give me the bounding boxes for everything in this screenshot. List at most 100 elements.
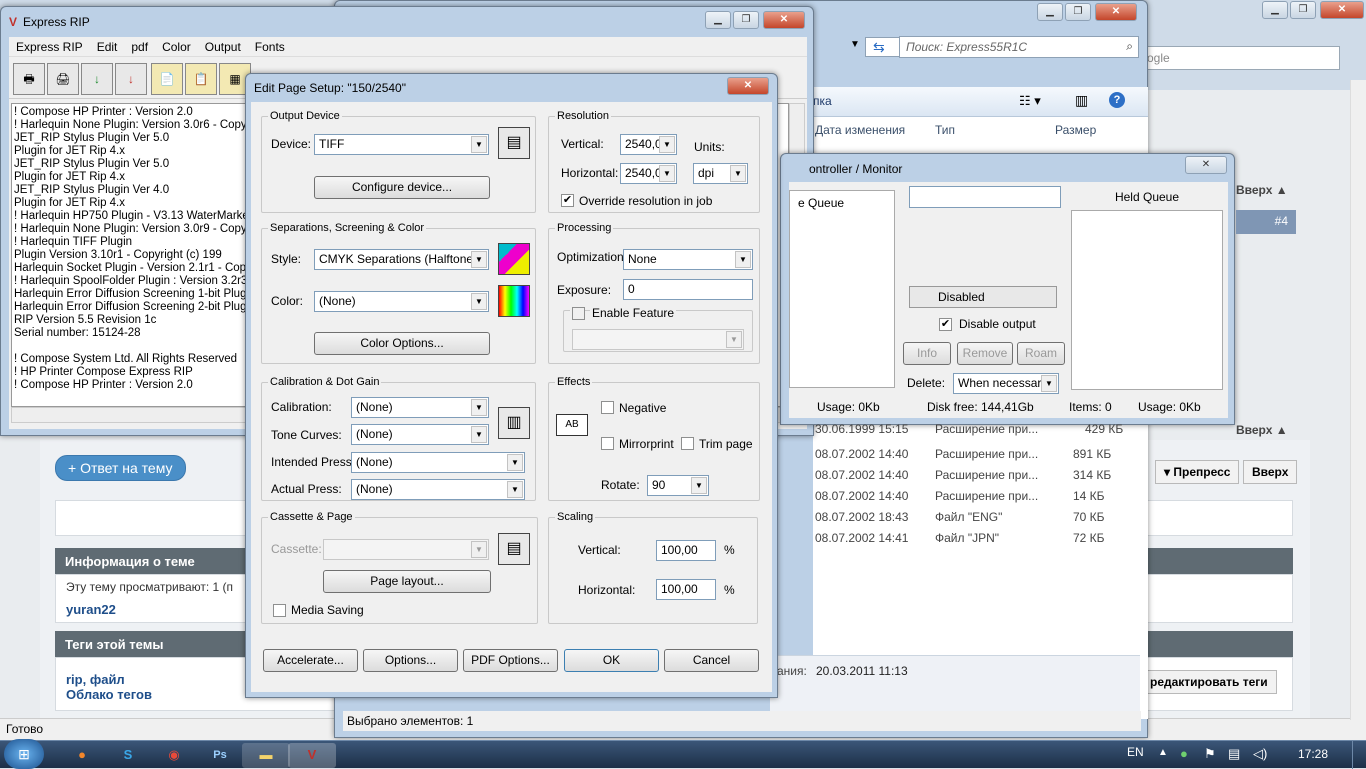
explorer-partial-row[interactable]: 30.06.1999 15:15 Расширение при... 429 КБ — [815, 416, 1135, 436]
google-search-box[interactable]: ogle — [1140, 46, 1340, 70]
show-desktop-button[interactable] — [1352, 741, 1366, 769]
language-indicator[interactable]: EN — [1127, 745, 1144, 759]
mirrorprint-checkbox[interactable] — [601, 437, 614, 450]
disable-output-checkbox[interactable]: ✔ — [939, 318, 952, 331]
trim-page-checkbox[interactable] — [681, 437, 694, 450]
rip-menu-item[interactable]: Color — [155, 40, 198, 54]
page-list-icon[interactable]: 📋 — [185, 63, 217, 95]
view-icon[interactable]: ☷ ▾ — [1019, 93, 1041, 109]
prepress-button[interactable]: ▾ Препресс — [1155, 460, 1240, 484]
col-type[interactable]: Тип — [935, 123, 955, 137]
explorer-close-button[interactable]: ✕ — [1095, 3, 1137, 21]
photoshop-icon[interactable]: Ps — [196, 743, 244, 768]
explorer-maximize-button[interactable]: ❐ — [1065, 3, 1091, 21]
rip-menu-item[interactable]: Edit — [90, 40, 125, 54]
disabled-button[interactable]: Disabled — [909, 286, 1057, 308]
options-button[interactable]: Options... — [363, 649, 458, 672]
monitor-close-button[interactable]: ✕ — [1185, 156, 1227, 174]
reply-button[interactable]: + Ответ на тему — [55, 455, 186, 481]
printer-icon[interactable]: 🖶 — [13, 63, 45, 95]
feature-select[interactable]: ▼ — [572, 329, 744, 350]
volume-icon[interactable]: ◁) — [1253, 746, 1267, 762]
up-button[interactable]: Вверх — [1243, 460, 1298, 484]
color-select[interactable]: (None) ▼ — [314, 291, 489, 312]
rotate-select[interactable]: 90 ▼ — [647, 475, 709, 496]
delete-select[interactable]: When necessary ▼ — [953, 373, 1059, 394]
res-vertical-select[interactable]: 2540,0 ▼ — [620, 134, 677, 155]
opera-icon[interactable]: ◉ — [150, 743, 198, 768]
page-layout-button[interactable]: Page layout... — [323, 570, 491, 593]
roam-button[interactable]: Roam — [1017, 342, 1065, 365]
rip-menu-item[interactable]: Fonts — [248, 40, 292, 54]
browser-minimize-button[interactable]: ▁ — [1262, 1, 1288, 19]
col-date[interactable]: Дата изменения — [815, 123, 905, 137]
help-icon[interactable]: ? — [1109, 92, 1125, 108]
preview-pane-icon[interactable]: ▥ — [1075, 92, 1088, 109]
cassette-icon[interactable]: ▤ — [498, 533, 530, 565]
override-resolution-checkbox[interactable]: ✔ — [561, 194, 574, 207]
rip-minimize-button[interactable]: ▁ — [705, 11, 731, 29]
device-printer-icon[interactable]: ▤ — [498, 127, 530, 159]
explorer-task-icon[interactable]: ▬ — [242, 743, 290, 768]
rip-menu-item[interactable]: pdf — [124, 40, 155, 54]
refresh-icon[interactable]: ⇆ — [873, 39, 885, 56]
clock[interactable]: 17:28 — [1298, 747, 1328, 761]
page-setup-icon[interactable]: 📄 — [151, 63, 183, 95]
dialog-close-button[interactable]: ✕ — [727, 77, 769, 95]
color-options-button[interactable]: Color Options... — [314, 332, 490, 355]
rip-menu-item[interactable]: Output — [198, 40, 248, 54]
negative-checkbox[interactable] — [601, 401, 614, 414]
folder-label[interactable]: пка — [813, 94, 832, 108]
media-saving-checkbox[interactable] — [273, 604, 286, 617]
cancel-button[interactable]: Cancel — [664, 649, 759, 672]
intended-press-select[interactable]: (None) ▼ — [351, 452, 525, 473]
edit-tags-button[interactable]: редактировать теги — [1141, 670, 1277, 694]
start-icon[interactable]: ↓ — [81, 63, 113, 95]
ok-button[interactable]: OK — [564, 649, 659, 672]
file-row[interactable]: 08.07.2002 14:40 Расширение при... 314 КБ — [813, 466, 1133, 486]
color-spectrum-icon[interactable] — [498, 285, 530, 317]
browser-close-button[interactable]: ✕ — [1320, 1, 1364, 19]
info-button[interactable]: Info — [903, 342, 951, 365]
rip-maximize-button[interactable]: ❐ — [733, 11, 759, 29]
configure-device-button[interactable]: Configure device... — [314, 176, 490, 199]
rip-close-button[interactable]: ✕ — [763, 11, 805, 29]
browser-scrollbar[interactable] — [1350, 80, 1366, 720]
file-row[interactable]: 08.07.2002 14:40 Расширение при... 14 КБ — [813, 487, 1133, 507]
start-button[interactable]: ⊞ — [4, 739, 44, 769]
search-input[interactable]: Поиск: Express55R1C ⌕ — [899, 36, 1139, 58]
selected-post-row[interactable]: #4 — [1236, 210, 1296, 234]
active-queue-list[interactable]: e Queue — [789, 190, 895, 388]
tray-expand-icon[interactable]: ▲ — [1158, 747, 1168, 758]
calibration-icon[interactable]: ▥ — [498, 407, 530, 439]
remove-button[interactable]: Remove — [957, 342, 1013, 365]
tray-flag-icon[interactable]: ⚑ — [1204, 746, 1216, 762]
separations-icon[interactable] — [498, 243, 530, 275]
held-queue-list[interactable] — [1071, 210, 1223, 390]
units-select[interactable]: dpi ▼ — [693, 163, 748, 184]
accelerate-button[interactable]: Accelerate... — [263, 649, 358, 672]
calibration-select[interactable]: (None) ▼ — [351, 397, 489, 418]
chevron-down-icon[interactable]: ▼ — [850, 39, 860, 50]
file-row[interactable]: 08.07.2002 18:43 Файл "ENG" 70 КБ — [813, 508, 1133, 528]
scale-vertical-input[interactable]: 100,00 — [656, 540, 716, 561]
file-row[interactable]: 08.07.2002 14:41 Файл "JPN" 72 КБ — [813, 529, 1133, 549]
printer2-icon[interactable]: 🖨 — [47, 63, 79, 95]
exposure-input[interactable]: 0 — [623, 279, 753, 300]
stop-icon[interactable]: ↓ — [115, 63, 147, 95]
scale-horizontal-input[interactable]: 100,00 — [656, 579, 716, 600]
express-rip-task-icon[interactable]: V — [288, 743, 336, 768]
explorer-minimize-button[interactable]: ▁ — [1037, 3, 1063, 21]
up-link-1[interactable]: Вверх ▲ — [1236, 180, 1296, 200]
rip-menu-item[interactable]: Express RIP — [9, 40, 90, 54]
tone-curves-select[interactable]: (None) ▼ — [351, 424, 489, 445]
up-link-2[interactable]: Вверх ▲ — [1236, 420, 1296, 440]
col-size[interactable]: Размер — [1055, 123, 1096, 137]
cassette-select[interactable]: ▼ — [323, 539, 489, 560]
browser-maximize-button[interactable]: ❐ — [1290, 1, 1316, 19]
skype-icon[interactable]: S — [104, 743, 152, 768]
style-select[interactable]: CMYK Separations (Halftone) ▼ — [314, 249, 489, 270]
firefox-icon[interactable]: ● — [58, 743, 106, 768]
network-icon[interactable]: ▤ — [1228, 746, 1240, 762]
optimization-select[interactable]: None ▼ — [623, 249, 753, 270]
